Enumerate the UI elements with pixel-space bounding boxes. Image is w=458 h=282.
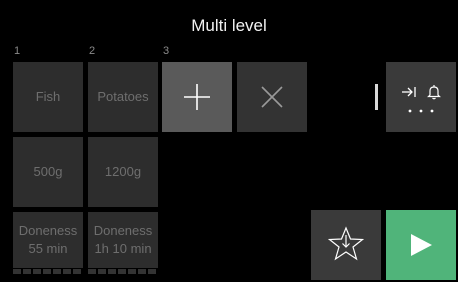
level-2-food-label: Potatoes <box>97 89 149 104</box>
bell-icon <box>427 85 441 100</box>
level-2-food-tile[interactable]: Potatoes <box>88 62 158 132</box>
level-1-time: 55 min <box>28 241 68 256</box>
progress-segment <box>98 269 106 274</box>
level-2-time: 1h 10 min <box>94 241 152 256</box>
progress-segment <box>138 269 146 274</box>
level-1-weight-tile[interactable]: 500g <box>13 137 83 207</box>
scroll-indicator <box>375 84 378 110</box>
page-title: Multi level <box>191 16 267 35</box>
progress-segment <box>43 269 51 274</box>
plus-icon <box>184 84 210 110</box>
progress-segment <box>108 269 116 274</box>
add-level-button[interactable] <box>162 62 232 132</box>
ellipsis-icon <box>408 109 434 113</box>
progress-segment <box>63 269 71 274</box>
level-2-number: 2 <box>89 45 96 57</box>
level-2-weight-label: 1200g <box>104 164 142 179</box>
progress-segment <box>148 269 156 274</box>
level-1-doneness-label: Doneness <box>18 223 78 238</box>
progress-segment <box>53 269 61 274</box>
progress-segment <box>23 269 31 274</box>
skip-to-end-icon <box>402 87 416 97</box>
level-1-progress-bar <box>13 269 81 274</box>
level-1-number: 1 <box>14 45 21 57</box>
delete-button[interactable] <box>237 62 307 132</box>
level-2-progress-bar <box>88 269 156 274</box>
level-2-weight-tile[interactable]: 1200g <box>88 137 158 207</box>
progress-segment <box>118 269 126 274</box>
progress-segment <box>73 269 81 274</box>
level-3-number: 3 <box>163 45 170 57</box>
progress-segment <box>128 269 136 274</box>
level-1-weight-label: 500g <box>33 164 63 179</box>
level-2-doneness-label: Doneness <box>93 223 153 238</box>
level-2-doneness-tile[interactable]: Doneness 1h 10 min <box>88 212 158 268</box>
more-options-button[interactable] <box>386 62 456 132</box>
progress-segment <box>88 269 96 274</box>
level-1-doneness-tile[interactable]: Doneness 55 min <box>13 212 83 268</box>
close-icon <box>261 86 283 108</box>
star-download-icon <box>327 226 365 261</box>
save-favorite-button[interactable] <box>311 210 381 280</box>
progress-segment <box>13 269 21 274</box>
level-1-food-label: Fish <box>35 89 61 104</box>
start-button[interactable] <box>386 210 456 280</box>
play-icon <box>411 234 432 256</box>
progress-segment <box>33 269 41 274</box>
level-1-food-tile[interactable]: Fish <box>13 62 83 132</box>
